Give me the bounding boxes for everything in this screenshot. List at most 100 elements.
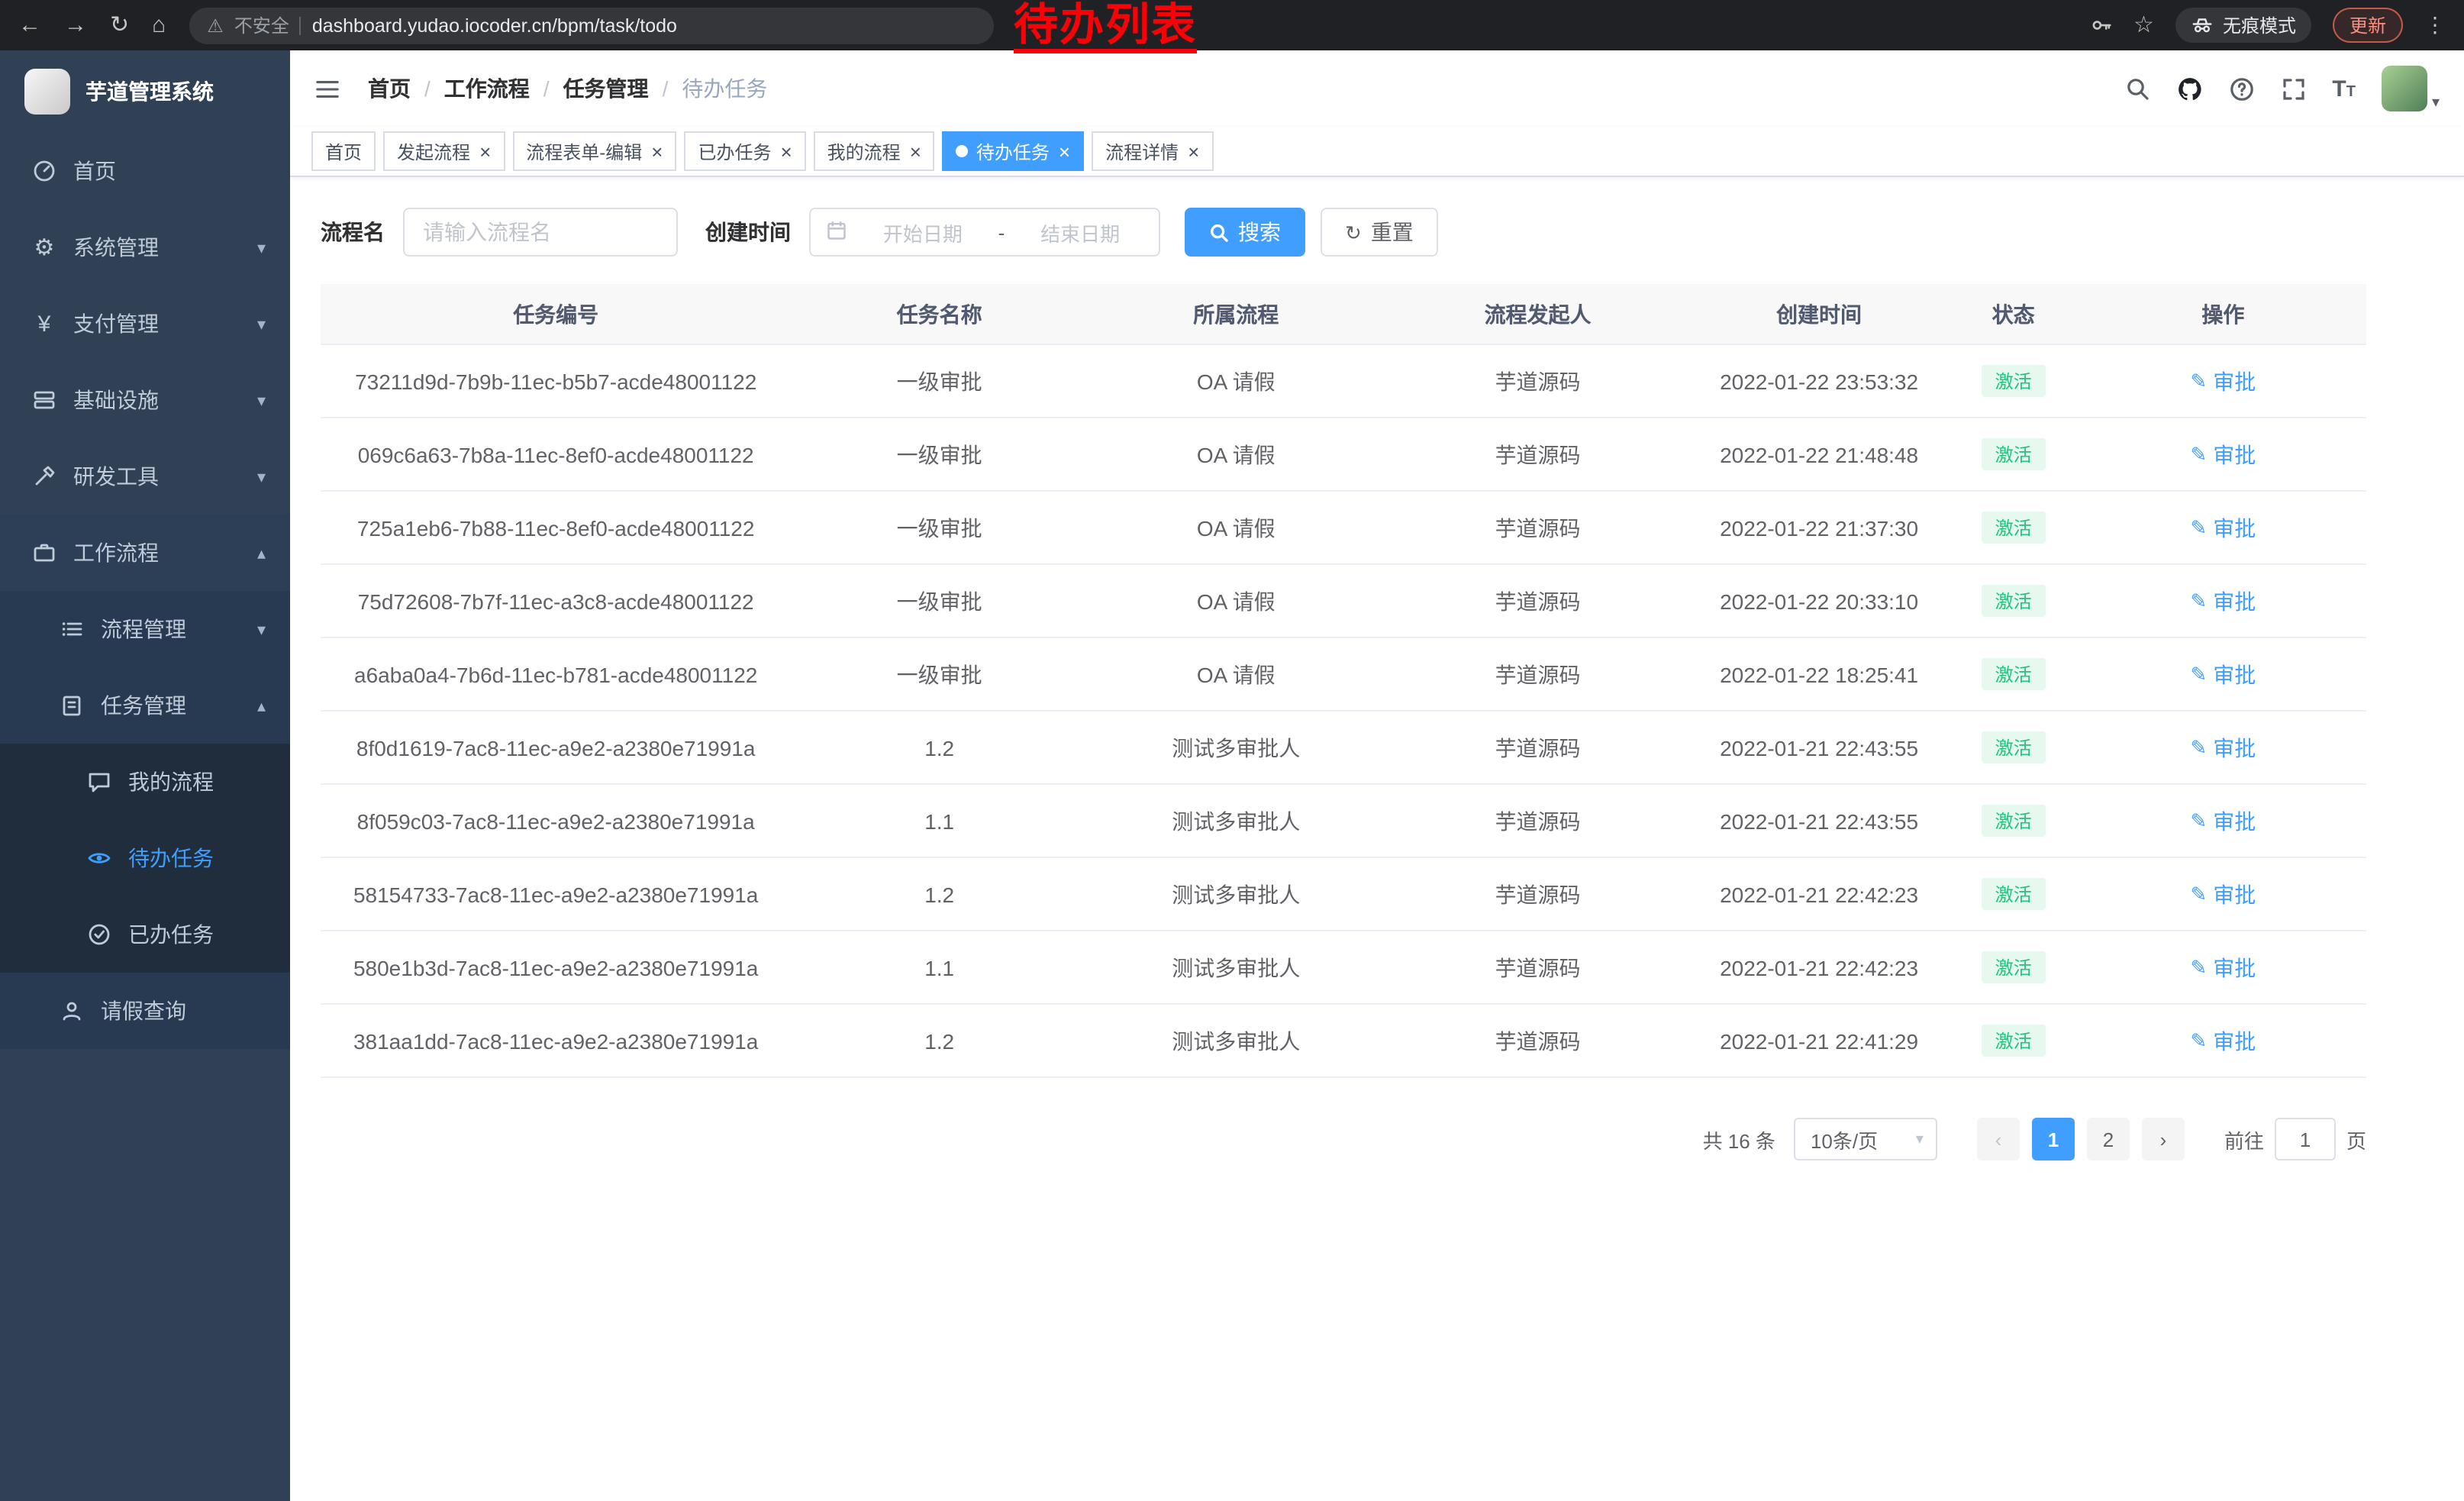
sidebar-item-payment[interactable]: ¥ 支付管理 ▾ — [0, 286, 290, 362]
search-icon[interactable] — [2124, 76, 2150, 102]
goto-page-input[interactable] — [2275, 1118, 2336, 1160]
tab-label: 流程表单-编辑 — [526, 138, 642, 164]
create-time: 2022-01-21 22:43:55 — [1692, 735, 1947, 760]
sidebar-item-home[interactable]: 首页 — [0, 133, 290, 209]
check-circle-icon — [85, 922, 113, 947]
status-badge: 激活 — [1982, 658, 2046, 690]
update-button[interactable]: 更新 — [2333, 8, 2403, 43]
incognito-badge[interactable]: 无痕模式 — [2175, 8, 2311, 43]
tab-1[interactable]: 发起流程 × — [383, 131, 505, 171]
approve-link[interactable]: ✎审批 — [2190, 879, 2256, 909]
sidebar-item-leave-query[interactable]: 请假查询 — [0, 973, 290, 1049]
reset-button[interactable]: ↻ 重置 — [1321, 208, 1438, 257]
github-icon[interactable] — [2176, 76, 2202, 102]
date-range-picker[interactable]: 开始日期 - 结束日期 — [809, 208, 1160, 257]
breadcrumb-home[interactable]: 首页 — [368, 73, 411, 104]
page-button-1[interactable]: 1 — [2032, 1118, 2075, 1160]
column-header-create-time: 创建时间 — [1692, 299, 1947, 329]
prev-page-button[interactable]: ‹ — [1977, 1118, 2020, 1160]
approve-link[interactable]: ✎审批 — [2190, 952, 2256, 983]
sidebar-toggle-icon[interactable] — [314, 76, 340, 102]
sidebar-item-workflow[interactable]: 工作流程 ▴ — [0, 515, 290, 591]
tab-4[interactable]: 我的流程× — [814, 131, 935, 171]
edit-icon: ✎ — [2190, 809, 2207, 833]
tab-close-icon[interactable]: × — [1059, 141, 1070, 161]
breadcrumb-task-mgmt[interactable]: 任务管理 — [563, 73, 649, 104]
forward-icon[interactable]: → — [64, 14, 87, 37]
task-id: a6aba0a4-7b6d-11ec-b781-acde48001122 — [321, 662, 791, 686]
process-starter: 芋道源码 — [1385, 439, 1692, 470]
edit-icon: ✎ — [2190, 515, 2207, 540]
briefcase-icon — [31, 541, 58, 565]
process-name-input[interactable] — [403, 208, 678, 257]
sidebar-item-todo-tasks[interactable]: 待办任务 — [0, 820, 290, 896]
tab-close-icon[interactable]: × — [479, 141, 491, 161]
sidebar-item-process-mgmt[interactable]: 流程管理 ▾ — [0, 591, 290, 667]
tab-label: 发起流程 — [397, 138, 470, 164]
approve-link[interactable]: ✎审批 — [2190, 586, 2256, 616]
tab-5[interactable]: 待办任务× — [943, 131, 1084, 171]
chevron-up-icon: ▴ — [257, 543, 266, 563]
sidebar-item-task-mgmt[interactable]: 任务管理 ▴ — [0, 667, 290, 744]
approve-link[interactable]: ✎审批 — [2190, 1025, 2256, 1056]
process-starter: 芋道源码 — [1385, 879, 1692, 909]
tab-0[interactable]: 首页 — [311, 131, 376, 171]
screen: ← → ↻ ⌂ ⚠ 不安全 dashboard.yudao.iocoder.cn… — [0, 0, 2464, 1501]
breadcrumb-workflow[interactable]: 工作流程 — [444, 73, 530, 104]
tab-close-icon[interactable]: × — [910, 141, 921, 161]
task-name: 1.2 — [791, 882, 1088, 906]
browser-menu-icon[interactable]: ⋮ — [2424, 12, 2446, 38]
fullscreen-icon[interactable] — [2280, 76, 2306, 102]
back-icon[interactable]: ← — [18, 14, 41, 37]
sidebar-item-system[interactable]: ⚙ 系统管理 ▾ — [0, 209, 290, 286]
approve-link[interactable]: ✎审批 — [2190, 805, 2256, 836]
status-cell: 激活 — [1947, 658, 2080, 690]
tab-close-icon[interactable]: × — [651, 141, 663, 161]
process-name-label: 流程名 — [321, 217, 385, 247]
tab-3[interactable]: 已办任务× — [684, 131, 805, 171]
tool-icon — [31, 464, 58, 489]
home-icon[interactable]: ⌂ — [152, 14, 166, 37]
sidebar-item-infra[interactable]: 基础设施 ▾ — [0, 362, 290, 438]
eye-icon — [85, 846, 113, 870]
process-starter: 芋道源码 — [1385, 732, 1692, 763]
sidebar-item-devtools[interactable]: 研发工具 ▾ — [0, 438, 290, 515]
approve-link[interactable]: ✎审批 — [2190, 366, 2256, 396]
user-avatar[interactable]: ▾ — [2382, 66, 2440, 111]
navbar-actions: TT ▾ — [2124, 66, 2440, 111]
search-button[interactable]: 搜索 — [1185, 208, 1305, 257]
page-button-2[interactable]: 2 — [2087, 1118, 2130, 1160]
page-size-select[interactable]: 10条/页 ▾ — [1794, 1118, 1937, 1160]
caret-down-icon: ▾ — [2432, 95, 2440, 111]
sidebar-item-label: 我的流程 — [128, 767, 214, 797]
key-icon[interactable] — [2089, 14, 2112, 37]
approve-link[interactable]: ✎审批 — [2190, 732, 2256, 763]
task-id: 580e1b3d-7ac8-11ec-a9e2-a2380e71991a — [321, 955, 791, 980]
tab-6[interactable]: 流程详情× — [1092, 131, 1213, 171]
bookmark-star-icon[interactable]: ☆ — [2133, 14, 2154, 37]
process-starter: 芋道源码 — [1385, 586, 1692, 616]
sidebar-item-my-process[interactable]: 我的流程 — [0, 744, 290, 820]
reload-icon[interactable]: ↻ — [110, 14, 129, 37]
edit-icon: ✎ — [2190, 369, 2207, 393]
edit-icon: ✎ — [2190, 1028, 2207, 1053]
tab-close-icon[interactable]: × — [1188, 141, 1199, 161]
approve-link[interactable]: ✎审批 — [2190, 659, 2256, 689]
list-icon — [58, 617, 85, 641]
help-icon[interactable] — [2228, 76, 2254, 102]
pagination: 共 16 条 10条/页 ▾ ‹ 1 2 › 前往 页 — [321, 1118, 2366, 1160]
address-bar[interactable]: ⚠ 不安全 dashboard.yudao.iocoder.cn/bpm/tas… — [189, 7, 993, 44]
task-id: 069c6a63-7b8a-11ec-8ef0-acde48001122 — [321, 442, 791, 466]
tab-2[interactable]: 流程表单-编辑 × — [512, 131, 676, 171]
font-size-icon[interactable]: TT — [2332, 77, 2356, 100]
breadcrumb-current: 待办任务 — [682, 73, 767, 104]
logo[interactable]: 芋道管理系统 — [0, 50, 290, 133]
sidebar-item-done-tasks[interactable]: 已办任务 — [0, 896, 290, 973]
approve-link[interactable]: ✎审批 — [2190, 512, 2256, 543]
tab-close-icon[interactable]: × — [780, 141, 792, 161]
process-name: 测试多审批人 — [1088, 952, 1385, 983]
next-page-button[interactable]: › — [2142, 1118, 2185, 1160]
task-id: 381aa1dd-7ac8-11ec-a9e2-a2380e71991a — [321, 1028, 791, 1053]
create-time: 2022-01-21 22:42:23 — [1692, 882, 1947, 906]
approve-link[interactable]: ✎审批 — [2190, 439, 2256, 470]
